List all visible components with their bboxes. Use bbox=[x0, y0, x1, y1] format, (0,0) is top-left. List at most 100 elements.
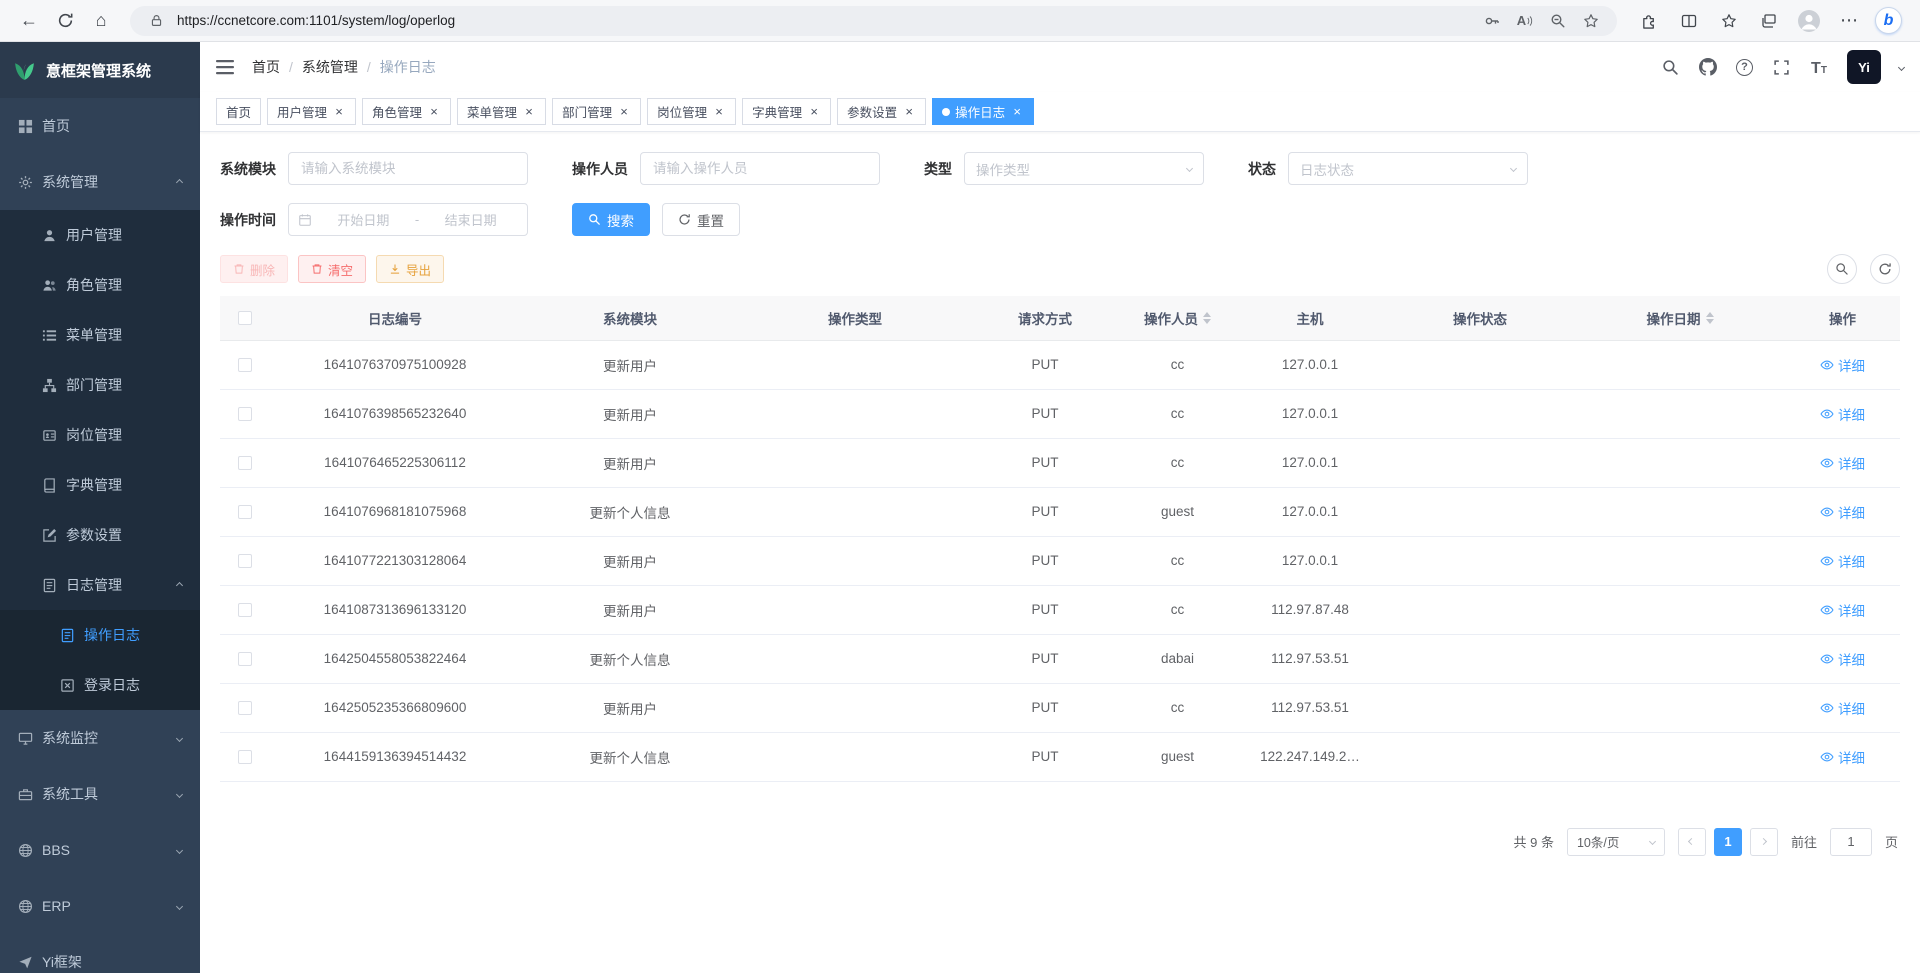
breadcrumb-system[interactable]: 系统管理 bbox=[302, 57, 358, 77]
sidebar-item-loginlog[interactable]: 登录日志 bbox=[0, 660, 200, 710]
sidebar-item-menu[interactable]: 菜单管理 bbox=[0, 310, 200, 360]
detail-link[interactable]: 详细 bbox=[1820, 551, 1865, 571]
status-select[interactable]: 日志状态 bbox=[1288, 152, 1528, 185]
row-checkbox[interactable] bbox=[238, 505, 252, 519]
prev-page-button[interactable] bbox=[1678, 828, 1706, 856]
row-checkbox[interactable] bbox=[238, 407, 252, 421]
close-icon[interactable]: × bbox=[807, 105, 821, 119]
tab-role[interactable]: 角色管理× bbox=[362, 98, 451, 125]
sidebar-item-operlog[interactable]: 操作日志 bbox=[0, 610, 200, 660]
detail-link[interactable]: 详细 bbox=[1820, 600, 1865, 620]
avatar-caret-icon[interactable] bbox=[1898, 63, 1905, 70]
font-size-icon[interactable]: TT bbox=[1809, 57, 1829, 77]
search-button[interactable]: 搜索 bbox=[572, 203, 650, 236]
url-text[interactable]: https://ccnetcore.com:1101/system/log/op… bbox=[177, 13, 1471, 28]
sidebar-item-log[interactable]: 日志管理 bbox=[0, 560, 200, 610]
next-page-button[interactable] bbox=[1750, 828, 1778, 856]
col-operator[interactable]: 操作人员 bbox=[1120, 296, 1235, 340]
browser-refresh-button[interactable] bbox=[48, 4, 82, 38]
close-icon[interactable]: × bbox=[712, 105, 726, 119]
detail-link[interactable]: 详细 bbox=[1820, 698, 1865, 718]
help-icon[interactable]: ? bbox=[1736, 59, 1753, 76]
clear-button[interactable]: 清空 bbox=[298, 255, 366, 283]
sidebar-item-tools[interactable]: 系统工具 bbox=[0, 766, 200, 822]
tab-dept[interactable]: 部门管理× bbox=[552, 98, 641, 125]
select-all-checkbox[interactable] bbox=[238, 311, 252, 325]
toggle-search-button[interactable] bbox=[1827, 254, 1857, 284]
date-range-picker[interactable]: 开始日期 - 结束日期 bbox=[288, 203, 528, 236]
end-date-placeholder[interactable]: 结束日期 bbox=[423, 210, 518, 229]
user-avatar[interactable]: Yi bbox=[1847, 50, 1881, 84]
close-icon[interactable]: × bbox=[427, 105, 441, 119]
operator-input[interactable] bbox=[640, 152, 880, 185]
row-checkbox[interactable] bbox=[238, 701, 252, 715]
page-number-button[interactable]: 1 bbox=[1714, 828, 1742, 856]
close-icon[interactable]: × bbox=[522, 105, 536, 119]
extensions-icon[interactable] bbox=[1635, 7, 1663, 35]
detail-link[interactable]: 详细 bbox=[1820, 355, 1865, 375]
split-screen-icon[interactable] bbox=[1675, 7, 1703, 35]
breadcrumb-home[interactable]: 首页 bbox=[252, 57, 280, 77]
sidebar-item-home[interactable]: 首页 bbox=[0, 98, 200, 154]
collections-icon[interactable] bbox=[1755, 7, 1783, 35]
sidebar-item-yi[interactable]: Yi框架 bbox=[0, 934, 200, 973]
close-icon[interactable]: × bbox=[1010, 105, 1024, 119]
sidebar-item-monitor[interactable]: 系统监控 bbox=[0, 710, 200, 766]
row-checkbox[interactable] bbox=[238, 750, 252, 764]
tab-post[interactable]: 岗位管理× bbox=[647, 98, 736, 125]
refresh-table-button[interactable] bbox=[1870, 254, 1900, 284]
address-bar[interactable]: https://ccnetcore.com:1101/system/log/op… bbox=[130, 6, 1617, 36]
type-select[interactable]: 操作类型 bbox=[964, 152, 1204, 185]
more-menu-icon[interactable]: ⋯ bbox=[1835, 7, 1863, 35]
add-favorite-icon[interactable] bbox=[1579, 9, 1603, 33]
close-icon[interactable]: × bbox=[902, 105, 916, 119]
close-icon[interactable]: × bbox=[617, 105, 631, 119]
row-checkbox[interactable] bbox=[238, 554, 252, 568]
col-date[interactable]: 操作日期 bbox=[1575, 296, 1785, 340]
sidebar-item-user[interactable]: 用户管理 bbox=[0, 210, 200, 260]
sidebar-item-dict[interactable]: 字典管理 bbox=[0, 460, 200, 510]
favorites-icon[interactable] bbox=[1715, 7, 1743, 35]
tab-operlog[interactable]: 操作日志× bbox=[932, 98, 1034, 125]
back-button[interactable]: ← bbox=[12, 4, 46, 38]
tab-param[interactable]: 参数设置× bbox=[837, 98, 926, 125]
page-size-select[interactable]: 10条/页 bbox=[1567, 828, 1665, 856]
search-icon[interactable] bbox=[1660, 57, 1680, 77]
browser-profile-avatar[interactable] bbox=[1795, 7, 1823, 35]
zoom-out-icon[interactable] bbox=[1546, 9, 1570, 33]
bing-copilot-icon[interactable]: b bbox=[1875, 7, 1902, 34]
row-checkbox[interactable] bbox=[238, 603, 252, 617]
close-icon[interactable]: × bbox=[332, 105, 346, 119]
row-checkbox[interactable] bbox=[238, 456, 252, 470]
sidebar-item-param[interactable]: 参数设置 bbox=[0, 510, 200, 560]
detail-link[interactable]: 详细 bbox=[1820, 404, 1865, 424]
sidebar-item-erp[interactable]: ERP bbox=[0, 878, 200, 934]
tab-dict[interactable]: 字典管理× bbox=[742, 98, 831, 125]
detail-link[interactable]: 详细 bbox=[1820, 747, 1865, 767]
detail-link[interactable]: 详细 bbox=[1820, 502, 1865, 522]
row-checkbox[interactable] bbox=[238, 358, 252, 372]
row-checkbox[interactable] bbox=[238, 652, 252, 666]
sidebar-item-role[interactable]: 角色管理 bbox=[0, 260, 200, 310]
tab-menu[interactable]: 菜单管理× bbox=[457, 98, 546, 125]
sidebar-item-post[interactable]: 岗位管理 bbox=[0, 410, 200, 460]
password-key-icon[interactable] bbox=[1480, 9, 1504, 33]
sort-icon[interactable] bbox=[1706, 308, 1714, 328]
hamburger-icon[interactable] bbox=[216, 58, 236, 76]
github-icon[interactable] bbox=[1698, 57, 1718, 77]
sort-icon[interactable] bbox=[1203, 308, 1211, 328]
start-date-placeholder[interactable]: 开始日期 bbox=[316, 210, 411, 229]
tab-home[interactable]: 首页 bbox=[216, 98, 261, 125]
delete-button[interactable]: 删除 bbox=[220, 255, 288, 283]
fullscreen-icon[interactable] bbox=[1771, 57, 1791, 77]
detail-link[interactable]: 详细 bbox=[1820, 453, 1865, 473]
export-button[interactable]: 导出 bbox=[376, 255, 444, 283]
sidebar-item-dept[interactable]: 部门管理 bbox=[0, 360, 200, 410]
read-aloud-icon[interactable]: A bbox=[1513, 9, 1537, 33]
browser-home-button[interactable]: ⌂ bbox=[84, 4, 118, 38]
module-input[interactable] bbox=[288, 152, 528, 185]
tab-user[interactable]: 用户管理× bbox=[267, 98, 356, 125]
detail-link[interactable]: 详细 bbox=[1820, 649, 1865, 669]
goto-page-input[interactable] bbox=[1830, 828, 1872, 856]
sidebar-item-system[interactable]: 系统管理 bbox=[0, 154, 200, 210]
